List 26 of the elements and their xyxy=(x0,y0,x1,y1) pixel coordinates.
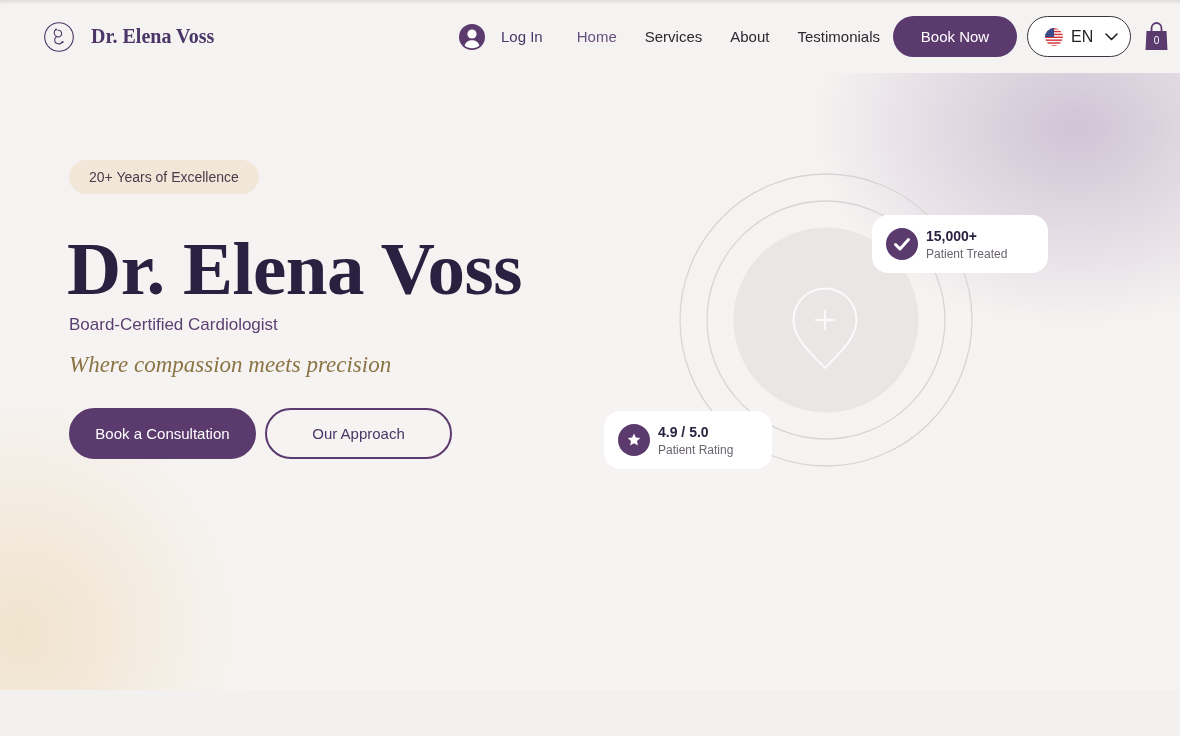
hero-title: Dr. Elena Voss xyxy=(67,228,522,311)
login-link[interactable]: Log In xyxy=(459,23,543,50)
nav-link[interactable]: Home xyxy=(576,27,617,46)
brand-name: Dr. Elena Voss xyxy=(91,25,215,48)
stethoscope-logo-icon xyxy=(44,21,74,52)
experience-badge: 20+ Years of Excellence xyxy=(69,160,259,194)
book-now-button[interactable]: Book Now xyxy=(893,16,1017,57)
cart-button[interactable]: 0 xyxy=(1145,22,1168,51)
nav-link[interactable]: About xyxy=(730,27,770,46)
consultation-button[interactable]: Book a Consultation xyxy=(69,407,256,459)
stat-label: Patient Treated xyxy=(926,246,1008,261)
stat-value: 4.9 / 5.0 xyxy=(658,423,710,440)
approach-button[interactable]: Our Approach xyxy=(265,407,452,459)
chevron-down-icon xyxy=(1105,32,1118,41)
stat-label: Patient Rating xyxy=(658,442,734,457)
nav-link[interactable]: Testimonials xyxy=(797,27,880,46)
shopping-bag-icon xyxy=(1145,22,1168,51)
check-icon xyxy=(886,228,918,260)
nav-link[interactable]: Services xyxy=(644,27,703,46)
cart-count: 0 xyxy=(1152,35,1161,47)
language-selector[interactable]: EN xyxy=(1027,16,1131,57)
hero-tagline: Where compassion meets precision xyxy=(69,351,392,378)
stat-value: 15,000+ xyxy=(926,227,978,244)
us-flag-icon xyxy=(1045,27,1063,46)
user-avatar-icon xyxy=(459,23,485,50)
hero-subtitle: Board-Certified Cardiologist xyxy=(69,314,278,335)
